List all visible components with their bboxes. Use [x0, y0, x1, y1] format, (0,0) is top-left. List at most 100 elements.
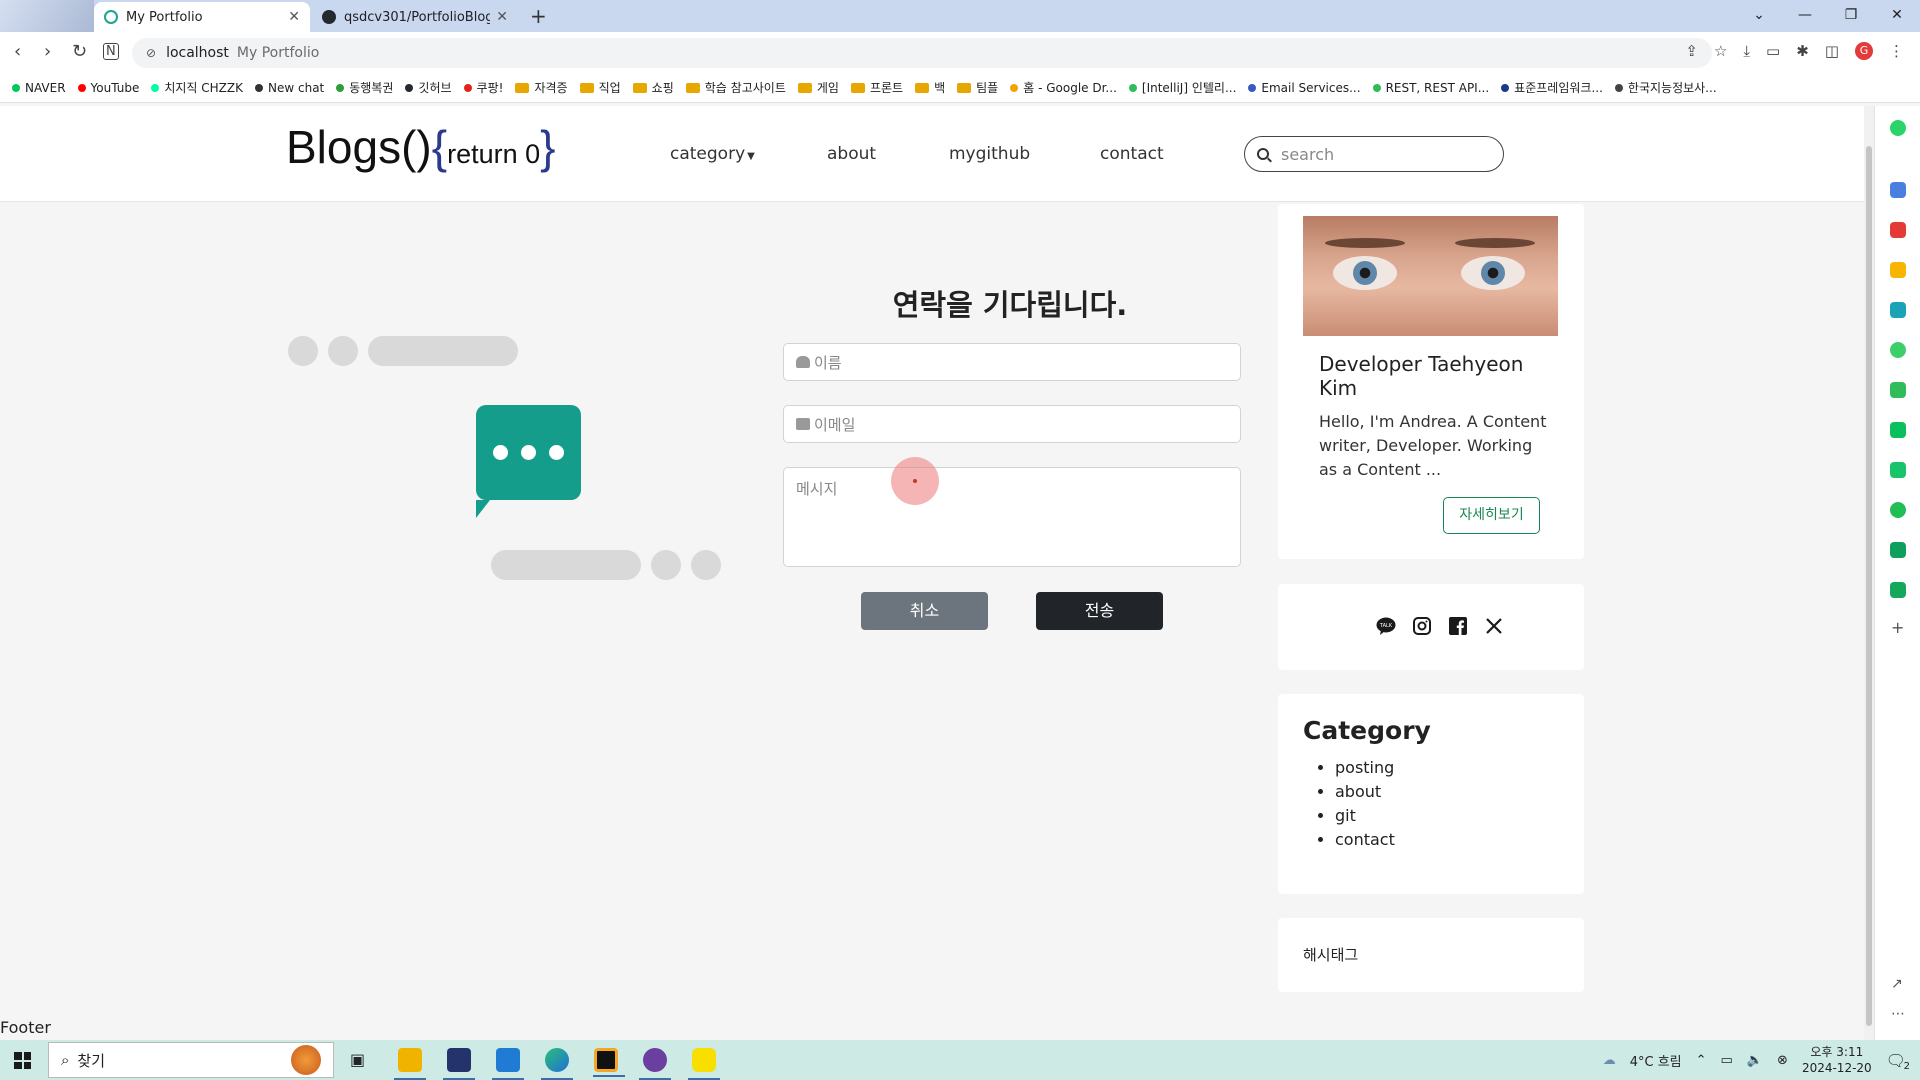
- side-app-icon[interactable]: [1890, 542, 1906, 558]
- bookmark-item[interactable]: New chat: [255, 81, 324, 95]
- side-app-icon[interactable]: [1890, 262, 1906, 278]
- bookmark-item[interactable]: 홈 - Google Dr...: [1010, 79, 1117, 96]
- vscode-icon[interactable]: [492, 1048, 524, 1080]
- address-bar[interactable]: ⊘ localhost My Portfolio: [132, 38, 1712, 68]
- nav-mygithub-link[interactable]: mygithub: [949, 144, 1030, 164]
- split-view-icon[interactable]: ◫: [1825, 42, 1839, 60]
- bookmark-item[interactable]: 프론트: [850, 79, 903, 96]
- github-desktop-icon[interactable]: [639, 1048, 671, 1080]
- kakaotalk-icon[interactable]: TALK: [1376, 616, 1396, 636]
- bookmark-star-icon[interactable]: ☆: [1714, 42, 1727, 60]
- weather-text[interactable]: 4°C 흐림: [1630, 1051, 1682, 1070]
- bookmark-item[interactable]: 백: [915, 79, 945, 96]
- message-textarea[interactable]: 메시지: [783, 467, 1241, 567]
- network-icon[interactable]: ▭: [1721, 1053, 1733, 1068]
- bookmark-item[interactable]: 학습 참고사이트: [685, 79, 786, 96]
- cast-icon[interactable]: ▭: [1766, 42, 1780, 60]
- side-app-icon[interactable]: [1890, 382, 1906, 398]
- copilot-icon[interactable]: [1890, 120, 1906, 136]
- profile-avatar[interactable]: G: [1855, 42, 1873, 60]
- minimize-button[interactable]: —: [1782, 0, 1828, 32]
- volume-icon[interactable]: 🔈: [1747, 1053, 1763, 1068]
- bookmark-item[interactable]: [IntelliJ] 인텔리...: [1128, 79, 1236, 96]
- edge-icon[interactable]: [541, 1048, 573, 1080]
- side-app-icon[interactable]: [1890, 502, 1906, 518]
- bookmark-item[interactable]: 표준프레임워크...: [1501, 79, 1603, 96]
- task-view-icon[interactable]: ▣: [350, 1050, 365, 1069]
- weather-icon[interactable]: ☁: [1603, 1053, 1616, 1068]
- back-icon[interactable]: ‹: [14, 41, 21, 62]
- bookmark-item[interactable]: 자격증: [515, 79, 568, 96]
- bookmark-item[interactable]: 깃허브: [405, 79, 452, 96]
- bookmark-item[interactable]: 동행복권: [336, 79, 393, 96]
- close-tab-icon[interactable]: ✕: [496, 9, 508, 25]
- site-logo[interactable]: Blogs(){return 0}: [286, 120, 556, 174]
- download-icon[interactable]: ⤓: [1743, 42, 1750, 60]
- side-app-icon[interactable]: [1890, 222, 1906, 238]
- file-explorer-icon[interactable]: [394, 1048, 426, 1080]
- nav-category-dropdown[interactable]: category ▼: [670, 144, 755, 164]
- bookmark-item[interactable]: YouTube: [77, 81, 139, 95]
- windows-start-icon[interactable]: [14, 1052, 31, 1069]
- open-external-icon[interactable]: ↗: [1891, 976, 1903, 992]
- side-app-icon[interactable]: [1890, 582, 1906, 598]
- intellij-icon[interactable]: [593, 1048, 625, 1077]
- ssms-icon[interactable]: [443, 1048, 475, 1080]
- instagram-icon[interactable]: [1412, 616, 1432, 636]
- send-button[interactable]: 전송: [1036, 592, 1163, 630]
- bookmark-item[interactable]: 게임: [797, 79, 839, 96]
- menu-kebab-icon[interactable]: ⋮: [1889, 42, 1904, 60]
- tab-search-button[interactable]: ⌄: [1736, 0, 1782, 32]
- category-item-about[interactable]: about: [1335, 780, 1395, 804]
- page-scrollbar[interactable]: [1864, 106, 1874, 1040]
- email-field[interactable]: 이메일: [783, 405, 1241, 443]
- extension-n-icon[interactable]: N: [103, 43, 119, 60]
- chevron-up-icon[interactable]: ⌃: [1696, 1053, 1707, 1068]
- side-app-icon[interactable]: [1890, 342, 1906, 358]
- bookmark-item[interactable]: Email Services...: [1248, 81, 1361, 95]
- site-info-icon[interactable]: ⊘: [146, 46, 156, 60]
- category-item-posting[interactable]: posting: [1335, 756, 1395, 780]
- side-app-icon[interactable]: [1890, 182, 1906, 198]
- facebook-icon[interactable]: [1448, 616, 1468, 636]
- bookmark-item[interactable]: NAVER: [12, 81, 66, 95]
- close-tab-icon[interactable]: ✕: [288, 9, 300, 25]
- category-item-contact[interactable]: contact: [1335, 828, 1395, 852]
- tab-my-portfolio[interactable]: My Portfolio ✕: [94, 2, 310, 32]
- search-input[interactable]: search: [1244, 136, 1504, 172]
- bookmark-item[interactable]: REST, REST API...: [1372, 81, 1489, 95]
- share-icon[interactable]: ⇪: [1685, 42, 1698, 60]
- cancel-button[interactable]: 취소: [861, 592, 988, 630]
- reload-icon[interactable]: ↻: [72, 41, 87, 62]
- side-app-icon[interactable]: [1890, 422, 1906, 438]
- bookmark-item[interactable]: 한국지능정보사...: [1614, 79, 1717, 96]
- taskbar-search-box[interactable]: ⌕ 찾기: [48, 1042, 334, 1078]
- new-tab-button[interactable]: +: [530, 4, 547, 28]
- add-app-icon[interactable]: +: [1891, 618, 1904, 637]
- bookmark-item[interactable]: 쇼핑: [632, 79, 674, 96]
- name-field[interactable]: 이름: [783, 343, 1241, 381]
- side-app-icon[interactable]: [1890, 462, 1906, 478]
- category-item-git[interactable]: git: [1335, 804, 1395, 828]
- nav-contact-link[interactable]: contact: [1100, 144, 1164, 164]
- bookmark-item[interactable]: 쿠팡!: [463, 79, 503, 96]
- clock[interactable]: 오후 3:11 2024-12-20: [1802, 1044, 1872, 1076]
- kakaotalk-app-icon[interactable]: [688, 1048, 720, 1080]
- nav-about-link[interactable]: about: [827, 144, 876, 164]
- more-options-icon[interactable]: ⋯: [1891, 1006, 1905, 1022]
- tab-github-repo[interactable]: qsdcv301/PortfolioBlog: Front ✕: [312, 2, 518, 32]
- ime-icon[interactable]: ⊗: [1777, 1053, 1788, 1068]
- scrollbar-thumb[interactable]: [1866, 146, 1872, 1026]
- extensions-icon[interactable]: ✱: [1796, 42, 1809, 60]
- bookmark-item[interactable]: 팀플: [957, 79, 998, 96]
- x-icon[interactable]: [1484, 616, 1504, 636]
- bookmark-favicon-icon: [77, 83, 86, 92]
- forward-icon[interactable]: ›: [44, 41, 51, 62]
- view-more-button[interactable]: 자세히보기: [1443, 497, 1540, 534]
- restore-button[interactable]: ❐: [1828, 0, 1874, 32]
- bookmark-item[interactable]: 치지직 CHZZK: [151, 79, 243, 96]
- bookmark-item[interactable]: 직업: [579, 79, 621, 96]
- side-app-icon[interactable]: [1890, 302, 1906, 318]
- notification-center-icon[interactable]: 🗨 2: [1886, 1051, 1910, 1072]
- close-window-button[interactable]: ✕: [1874, 0, 1920, 32]
